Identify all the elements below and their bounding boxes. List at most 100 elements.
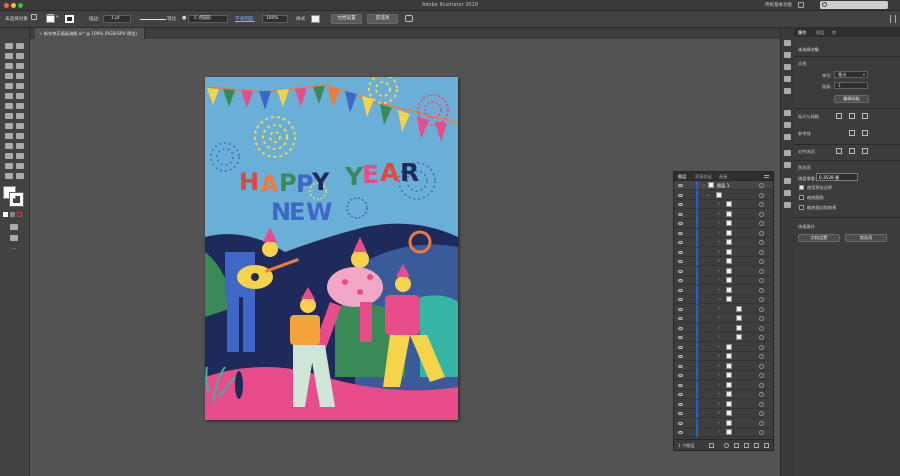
sublayer-row[interactable]: › bbox=[674, 247, 773, 257]
target-circle-icon[interactable] bbox=[759, 268, 764, 274]
tab-properties[interactable]: 属性 bbox=[798, 30, 806, 36]
sublayer-row[interactable]: › bbox=[674, 418, 773, 428]
smart-guides-icon[interactable] bbox=[862, 130, 868, 136]
visibility-eye-icon[interactable] bbox=[678, 288, 683, 292]
disclosure-chevron-icon[interactable]: › bbox=[718, 220, 720, 226]
sublayer-row[interactable]: › bbox=[674, 428, 773, 437]
target-circle-icon[interactable] bbox=[759, 287, 764, 293]
artboards-panel-icon[interactable] bbox=[784, 190, 791, 196]
disclosure-chevron-icon[interactable]: › bbox=[718, 401, 720, 407]
stroke-weight-input[interactable]: 1 pt bbox=[103, 15, 131, 23]
sublayer-row[interactable]: › bbox=[674, 257, 773, 266]
target-circle-icon[interactable] bbox=[759, 411, 764, 416]
libraries-icon[interactable] bbox=[784, 202, 791, 208]
sublayer-row[interactable]: › bbox=[674, 314, 773, 323]
preferences-button[interactable]: 首选项 bbox=[367, 14, 398, 24]
recolor-icon[interactable] bbox=[405, 15, 413, 22]
fill-swatch[interactable] bbox=[46, 15, 55, 23]
gradient-tool-icon[interactable] bbox=[16, 133, 24, 139]
align-center-icon[interactable] bbox=[849, 148, 855, 154]
visibility-eye-icon[interactable] bbox=[678, 203, 683, 206]
disclosure-chevron-icon[interactable]: › bbox=[718, 372, 720, 378]
color-mode-icon[interactable] bbox=[3, 212, 8, 217]
sublayer-row[interactable]: › bbox=[674, 209, 773, 219]
artboard[interactable]: H A P P Y Y E A R N E W bbox=[205, 77, 458, 420]
brushes-icon[interactable] bbox=[784, 76, 791, 82]
shaper-tool-icon[interactable] bbox=[5, 93, 13, 99]
visibility-eye-icon[interactable] bbox=[678, 307, 683, 311]
document-setup-button[interactable]: 文档设置 bbox=[331, 14, 362, 24]
sublayer-row[interactable]: › bbox=[674, 380, 773, 390]
quick-document-setup-button[interactable]: 文档设置 bbox=[798, 234, 840, 242]
column-graph-tool-icon[interactable] bbox=[16, 153, 24, 159]
direct-selection-tool-icon[interactable] bbox=[16, 43, 24, 49]
target-circle-icon[interactable] bbox=[759, 249, 764, 255]
keyboard-increment-input[interactable]: 0.3528 厘 bbox=[816, 173, 858, 181]
sublayer-row[interactable]: › bbox=[674, 304, 773, 314]
sublayer-row[interactable]: › bbox=[674, 399, 773, 409]
search-adobe-stock-field[interactable] bbox=[820, 1, 888, 9]
slice-tool-icon[interactable] bbox=[16, 163, 24, 169]
sublayer-row[interactable]: › bbox=[674, 285, 773, 295]
collect-export-icon[interactable] bbox=[709, 443, 714, 448]
sublayer-row[interactable]: › bbox=[674, 219, 773, 228]
curvature-tool-icon[interactable] bbox=[16, 63, 24, 69]
disclosure-chevron-icon[interactable]: › bbox=[718, 287, 720, 293]
eraser-tool-icon[interactable] bbox=[16, 93, 24, 99]
target-circle-icon[interactable] bbox=[759, 325, 764, 331]
guides-icon[interactable] bbox=[849, 130, 855, 136]
visibility-eye-icon[interactable] bbox=[678, 222, 683, 225]
disclosure-chevron-icon[interactable]: › bbox=[718, 344, 720, 350]
opacity-label[interactable]: 不透明度: bbox=[235, 16, 255, 22]
disclosure-chevron-icon[interactable]: › bbox=[718, 258, 720, 264]
target-circle-icon[interactable] bbox=[759, 363, 764, 369]
target-circle-icon[interactable] bbox=[759, 354, 764, 359]
visibility-eye-icon[interactable] bbox=[678, 250, 683, 254]
disclosure-chevron-icon[interactable]: › bbox=[718, 410, 720, 416]
target-circle-icon[interactable] bbox=[759, 373, 764, 378]
arrange-icon[interactable] bbox=[798, 2, 804, 8]
disclosure-chevron-icon[interactable]: › bbox=[718, 420, 720, 426]
swatches-icon[interactable] bbox=[784, 64, 791, 70]
selection-tool-icon[interactable] bbox=[5, 43, 13, 49]
blend-tool-icon[interactable] bbox=[16, 143, 24, 149]
visibility-eye-icon[interactable] bbox=[678, 393, 683, 396]
ruler-icon[interactable] bbox=[836, 113, 842, 119]
artboard-tool-icon[interactable] bbox=[5, 163, 13, 169]
symbol-sprayer-tool-icon[interactable] bbox=[5, 153, 13, 159]
draw-mode-icon[interactable] bbox=[10, 224, 18, 230]
quick-preferences-button[interactable]: 首选项 bbox=[845, 234, 887, 242]
visibility-eye-icon[interactable] bbox=[678, 345, 683, 349]
none-mode-icon[interactable] bbox=[17, 212, 22, 217]
sublayer-row[interactable]: › bbox=[674, 323, 773, 333]
visibility-eye-icon[interactable] bbox=[678, 279, 683, 282]
stroke-profile[interactable]: 等比 bbox=[167, 16, 176, 22]
visibility-eye-icon[interactable] bbox=[678, 184, 683, 187]
visibility-eye-icon[interactable] bbox=[678, 193, 683, 197]
disclosure-chevron-icon[interactable]: › bbox=[718, 277, 720, 283]
layer-row-top[interactable]: ⌄ 图层 1 bbox=[674, 181, 773, 190]
visibility-eye-icon[interactable] bbox=[678, 298, 683, 301]
scale-corners-checkbox[interactable] bbox=[799, 195, 804, 200]
disclosure-chevron-icon[interactable]: › bbox=[718, 211, 720, 217]
tab-layers[interactable]: 图层 bbox=[678, 174, 686, 180]
disclosure-chevron-icon[interactable]: ⌄ bbox=[702, 182, 706, 188]
target-circle-icon[interactable] bbox=[759, 430, 764, 435]
visibility-eye-icon[interactable] bbox=[678, 383, 683, 387]
align-left-icon[interactable] bbox=[836, 148, 842, 154]
target-circle-icon[interactable] bbox=[759, 344, 764, 350]
sublayer-row[interactable]: › bbox=[674, 361, 773, 371]
disclosure-chevron-icon[interactable]: › bbox=[718, 325, 720, 331]
tab-asset-export[interactable]: 资源导出 bbox=[695, 174, 712, 180]
sublayer-row[interactable]: › bbox=[674, 200, 773, 209]
line-tool-icon[interactable] bbox=[16, 73, 24, 79]
tab-artboards[interactable]: 画板 bbox=[719, 174, 727, 180]
align-right-icon[interactable] bbox=[862, 148, 868, 154]
graphic-style-swatch[interactable] bbox=[311, 15, 320, 23]
sublayer-row[interactable]: › bbox=[674, 238, 773, 247]
tab-libraries[interactable]: 库 bbox=[832, 30, 836, 36]
perspective-grid-tool-icon[interactable] bbox=[16, 123, 24, 129]
brush-definition-select[interactable]: 5 点圆形 bbox=[188, 15, 228, 23]
artboard-select[interactable]: 1 bbox=[834, 82, 868, 89]
chevron-down-icon[interactable]: ▾ bbox=[56, 15, 58, 20]
